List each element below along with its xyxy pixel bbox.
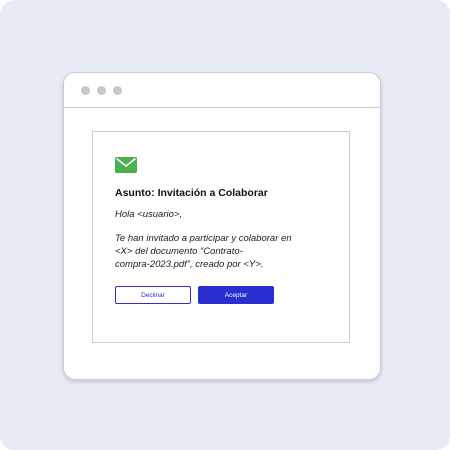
window-titlebar [64, 73, 380, 108]
browser-window: Asunto: Invitación a Colaborar Hola <usu… [63, 72, 381, 380]
email-subject: Asunto: Invitación a Colaborar [115, 187, 268, 199]
accept-button[interactable]: Aceptar [198, 286, 274, 304]
decline-button[interactable]: Declinar [115, 286, 191, 304]
email-greeting: Hola <usuario>, [115, 209, 183, 220]
email-body: Te han invitado a participar y colaborar… [115, 232, 320, 271]
email-body-line: Te han invitado a participar y colaborar… [115, 233, 292, 244]
window-dot-icon [113, 86, 122, 95]
window-dot-icon [97, 86, 106, 95]
email-body-line: compra-2023.pdf”, creado por <Y>. [115, 259, 264, 270]
window-dot-icon [81, 86, 90, 95]
envelope-icon [115, 157, 137, 173]
email-card: Asunto: Invitación a Colaborar Hola <usu… [92, 131, 350, 343]
email-body-line: <X> del documento “Contrato- [115, 246, 243, 257]
